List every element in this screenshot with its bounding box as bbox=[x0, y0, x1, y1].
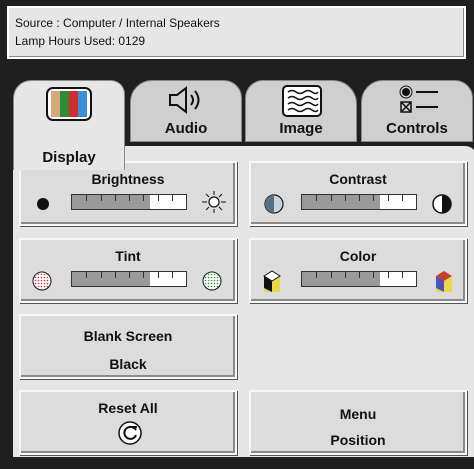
menu-position-button[interactable]: Menu Position bbox=[249, 390, 467, 455]
slider-tick bbox=[143, 272, 145, 278]
slider-tick bbox=[316, 272, 318, 278]
slider-tick bbox=[129, 195, 130, 201]
slider-tick bbox=[171, 195, 173, 201]
brightness-slider-fill bbox=[72, 195, 150, 209]
slider-tick bbox=[387, 272, 389, 278]
menu-position-line2: Position bbox=[330, 432, 386, 448]
slider-tick bbox=[100, 195, 102, 201]
blank-screen-value: Black bbox=[109, 356, 147, 372]
slider-tick bbox=[100, 272, 102, 278]
tab-display[interactable]: Display bbox=[13, 80, 125, 170]
color-low-icon bbox=[263, 270, 281, 292]
slider-tick bbox=[344, 195, 346, 201]
slider-tick bbox=[359, 195, 360, 201]
slider-tick bbox=[86, 195, 88, 201]
reset-icon bbox=[118, 421, 142, 445]
menu-position-line1: Menu bbox=[339, 406, 377, 422]
slider-tick bbox=[373, 195, 375, 201]
contrast-control[interactable]: Contrast bbox=[249, 161, 467, 226]
contrast-low-icon bbox=[264, 194, 284, 214]
slider-tick bbox=[86, 272, 88, 278]
color-control[interactable]: Color bbox=[249, 238, 467, 303]
slider-tick bbox=[157, 272, 159, 278]
tint-label: Tint bbox=[115, 248, 141, 264]
brightness-label: Brightness bbox=[91, 171, 165, 187]
slider-tick bbox=[114, 195, 116, 201]
slider-tick bbox=[373, 272, 375, 278]
contrast-label: Contrast bbox=[329, 171, 387, 187]
tint-slider-fill bbox=[72, 272, 150, 286]
slider-tick bbox=[143, 195, 145, 201]
slider-tick bbox=[401, 272, 403, 278]
color-slider-fill bbox=[302, 272, 380, 286]
slider-tick bbox=[316, 195, 318, 201]
reset-all-label: Reset All bbox=[98, 400, 158, 416]
slider-tick bbox=[114, 272, 116, 278]
slider-tick bbox=[359, 272, 360, 278]
color-bars-icon bbox=[46, 87, 92, 121]
slider-tick bbox=[171, 272, 173, 278]
brightness-slider[interactable] bbox=[71, 194, 187, 210]
brightness-low-icon bbox=[37, 198, 49, 210]
slider-tick bbox=[344, 272, 346, 278]
color-high-icon bbox=[436, 271, 452, 292]
blank-screen-label: Blank Screen bbox=[83, 328, 173, 344]
slider-tick bbox=[330, 195, 332, 201]
blank-screen-button[interactable]: Blank Screen Black bbox=[19, 314, 237, 379]
reset-all-button[interactable]: Reset All bbox=[19, 390, 237, 455]
contrast-high-icon bbox=[432, 194, 452, 214]
brightness-control[interactable]: Brightness bbox=[19, 161, 237, 226]
brightness-high-icon bbox=[202, 191, 226, 213]
contrast-slider-fill bbox=[302, 195, 380, 209]
tint-red-icon bbox=[32, 271, 52, 291]
slider-tick bbox=[387, 195, 389, 201]
slider-tick bbox=[330, 272, 332, 278]
tint-green-icon bbox=[202, 271, 222, 291]
color-label: Color bbox=[339, 248, 377, 264]
color-slider[interactable] bbox=[301, 271, 417, 287]
tab-display-label: Display bbox=[42, 149, 96, 166]
tint-control[interactable]: Tint bbox=[19, 238, 237, 303]
slider-tick bbox=[129, 272, 130, 278]
slider-tick bbox=[401, 195, 403, 201]
tint-slider[interactable] bbox=[71, 271, 187, 287]
slider-tick bbox=[157, 195, 159, 201]
contrast-slider[interactable] bbox=[301, 194, 417, 210]
